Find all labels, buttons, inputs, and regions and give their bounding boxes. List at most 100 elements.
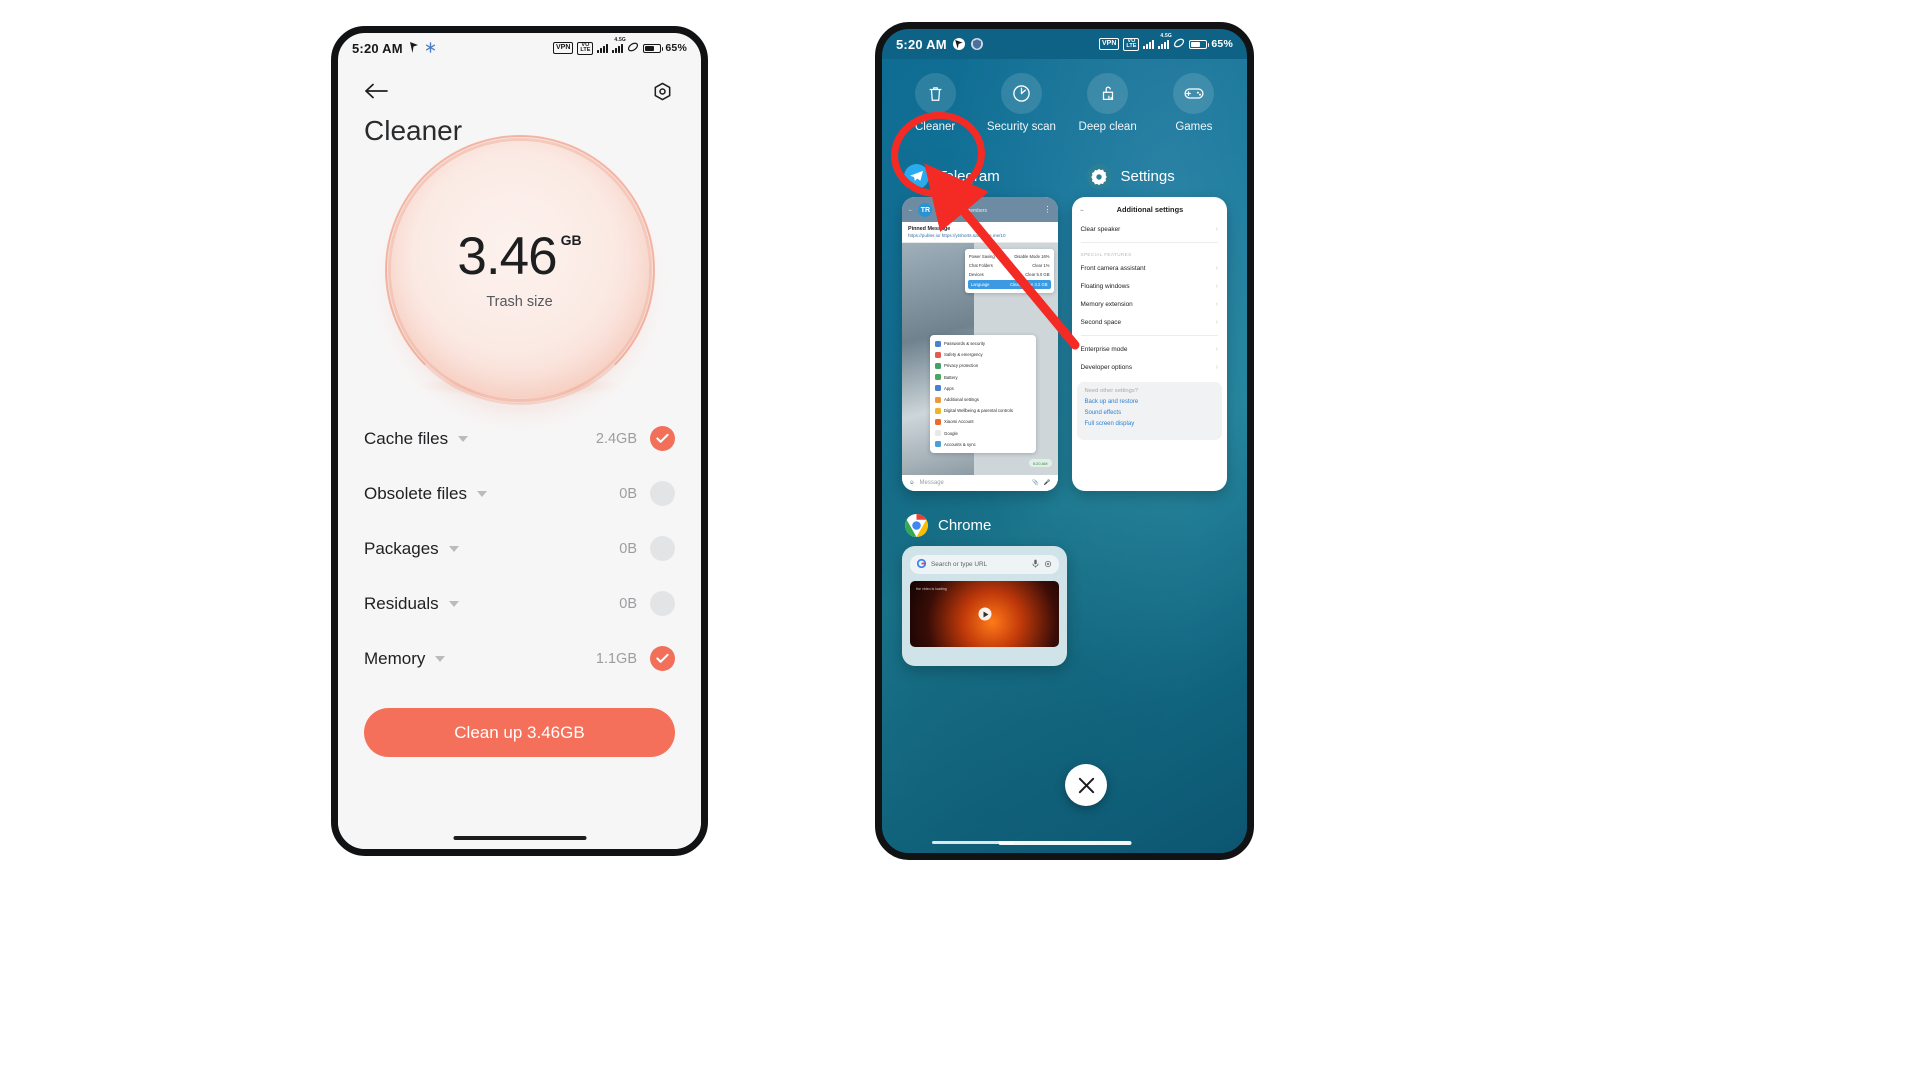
signal-bars-4g-icon: 4.5G bbox=[1158, 33, 1172, 49]
item-label: Battery bbox=[943, 374, 958, 380]
row-value: Clear Cache 3.2 GB bbox=[1010, 282, 1048, 287]
trash-size-caption: Trash size bbox=[486, 294, 553, 310]
chevron-down-icon[interactable] bbox=[448, 545, 459, 552]
back-button[interactable] bbox=[362, 76, 392, 106]
right-phone-frame: 5:20 AM VPN VO LTE 4.5G 65% Cleaner Secu… bbox=[875, 22, 1254, 860]
omnibox[interactable]: Search or type URL bbox=[910, 555, 1059, 574]
pinned-url: https://publer.io/ https://ytshorts.save… bbox=[908, 233, 1006, 238]
location-icon bbox=[409, 41, 419, 56]
list-item: Accounts & sync bbox=[930, 439, 1036, 450]
lens-icon[interactable] bbox=[1044, 560, 1052, 570]
list-item[interactable]: Memory 1.1GB bbox=[364, 631, 675, 686]
checkbox-unchecked[interactable] bbox=[650, 591, 675, 616]
chevron-down-icon[interactable] bbox=[458, 435, 469, 442]
left-status-bar: 5:20 AM VPN VO LTE 4.5G 65% bbox=[338, 33, 701, 63]
chevron-down-icon[interactable] bbox=[435, 655, 446, 662]
row-label: Language bbox=[970, 282, 990, 287]
brush-icon bbox=[1087, 73, 1129, 114]
storage-sheet: Power Saving Disable Mode 16% Chat Folde… bbox=[964, 249, 1054, 293]
chevron-down-icon[interactable] bbox=[477, 490, 487, 497]
settings-gear-icon[interactable] bbox=[647, 76, 677, 106]
app-card-chrome[interactable]: Search or type URL the video is loading bbox=[902, 546, 1067, 666]
right-battery-percent: 65% bbox=[1211, 38, 1233, 50]
quick-action-label: Games bbox=[1175, 121, 1213, 133]
message-timestamp: 5:20 AM bbox=[1028, 459, 1052, 467]
app-card-settings[interactable]: ← Additional settings Clear speaker › SP… bbox=[1071, 197, 1228, 491]
list-item[interactable]: Obsolete files 0B bbox=[364, 466, 675, 521]
shield-icon bbox=[970, 38, 983, 50]
clean-up-button[interactable]: Clean up 3.46GB bbox=[364, 708, 675, 757]
quick-action-label: Security scan bbox=[986, 121, 1056, 133]
app-cards-row: ← TR TR Plus 2 members ⋮ Pinned Message … bbox=[882, 197, 1247, 491]
cleanup-cta-wrap: Clean up 3.46GB bbox=[338, 686, 701, 757]
item-label: Safety & emergency bbox=[943, 352, 983, 358]
chevron-right-icon: › bbox=[1215, 318, 1218, 326]
omnibox-placeholder: Search or type URL bbox=[931, 561, 988, 568]
list-item[interactable]: Packages 0B bbox=[364, 521, 675, 576]
settings-card-header: ← Additional settings bbox=[1072, 197, 1228, 220]
item-label: Digital Wellbeing & parental controls bbox=[943, 408, 1013, 414]
quick-action-cleaner[interactable]: Cleaner bbox=[892, 73, 978, 134]
list-item: Xiaomi Account bbox=[930, 416, 1036, 427]
signal-bars-4g-icon: 4.5G bbox=[612, 37, 626, 53]
app-name: Telegram bbox=[938, 168, 1000, 185]
trash-size-value: 3.46 bbox=[457, 227, 557, 286]
item-label: Clear speaker bbox=[1080, 225, 1121, 233]
list-item: Floating windows › bbox=[1072, 277, 1228, 295]
microphone-icon: 🎤 bbox=[1043, 480, 1051, 486]
speedometer-icon bbox=[1000, 73, 1042, 114]
microphone-icon[interactable] bbox=[1032, 559, 1039, 570]
settings-header-title: Additional settings bbox=[1116, 205, 1184, 214]
footer-link[interactable]: Full screen display bbox=[1085, 421, 1215, 427]
app-card-telegram[interactable]: ← TR TR Plus 2 members ⋮ Pinned Message … bbox=[902, 197, 1058, 491]
item-label: Floating windows bbox=[1080, 282, 1130, 290]
quick-actions-row: Cleaner Security scan Deep clean Games bbox=[882, 59, 1247, 134]
chrome-icon bbox=[904, 513, 929, 538]
avatar: TR bbox=[918, 203, 933, 217]
chevron-right-icon: › bbox=[1215, 345, 1218, 353]
checkbox-unchecked[interactable] bbox=[650, 481, 675, 506]
back-icon: ← bbox=[908, 207, 914, 213]
category-name: Obsolete files bbox=[364, 483, 467, 503]
item-label: Xiaomi Account bbox=[943, 419, 974, 425]
emoji-icon: ☺ bbox=[909, 480, 915, 486]
chat-title: TR Plus bbox=[937, 206, 961, 214]
footer-link[interactable]: Back up and restore bbox=[1085, 399, 1215, 405]
chevron-right-icon: › bbox=[1215, 225, 1218, 233]
list-item: Battery bbox=[930, 372, 1036, 383]
item-label: Additional settings bbox=[943, 397, 979, 403]
telegram-chat-body: Power Saving Disable Mode 16% Chat Folde… bbox=[902, 243, 1058, 475]
location-badge-icon bbox=[952, 38, 965, 50]
row-value: Clear 5.0 GB bbox=[1025, 272, 1050, 277]
item-label: Enterprise mode bbox=[1080, 345, 1128, 353]
telegram-chat-header: ← TR TR Plus 2 members ⋮ bbox=[902, 197, 1058, 222]
gamepad-icon bbox=[1173, 73, 1215, 114]
checkbox-checked[interactable] bbox=[650, 426, 675, 451]
trash-icon bbox=[914, 73, 956, 114]
quick-action-deep-clean[interactable]: Deep clean bbox=[1065, 73, 1151, 134]
quick-action-label: Deep clean bbox=[1078, 121, 1137, 133]
checkbox-unchecked[interactable] bbox=[650, 536, 675, 561]
table-row: Power Saving Disable Mode 16% bbox=[965, 252, 1054, 261]
right-status-bar: 5:20 AM VPN VO LTE 4.5G 65% bbox=[882, 29, 1247, 59]
category-size: 1.1GB bbox=[595, 650, 637, 667]
list-item: Apps bbox=[930, 383, 1036, 394]
list-item[interactable]: Residuals 0B bbox=[364, 576, 675, 631]
list-item[interactable]: Cache files 2.4GB bbox=[364, 411, 675, 466]
close-all-button[interactable] bbox=[1065, 764, 1107, 806]
checkbox-checked[interactable] bbox=[650, 646, 675, 671]
cleaner-screen: Cleaner 3.46 GB Trash size Cache files 2… bbox=[338, 63, 701, 849]
google-icon bbox=[916, 558, 927, 570]
item-label: Google bbox=[943, 430, 958, 436]
list-item: Clear speaker › bbox=[1072, 220, 1228, 238]
home-indicator bbox=[998, 841, 1131, 845]
quick-action-security-scan[interactable]: Security scan bbox=[978, 73, 1064, 134]
play-icon[interactable] bbox=[978, 607, 991, 621]
volte-icon: VO LTE bbox=[1123, 37, 1140, 51]
message-input[interactable]: ☺ Message 📎 🎤 bbox=[902, 475, 1058, 491]
quick-action-games[interactable]: Games bbox=[1151, 73, 1237, 134]
chevron-down-icon[interactable] bbox=[448, 600, 459, 607]
left-status-time: 5:20 AM bbox=[352, 40, 403, 56]
footer-link[interactable]: Sound effects bbox=[1085, 410, 1215, 416]
pinned-label: Pinned Message bbox=[908, 226, 951, 232]
